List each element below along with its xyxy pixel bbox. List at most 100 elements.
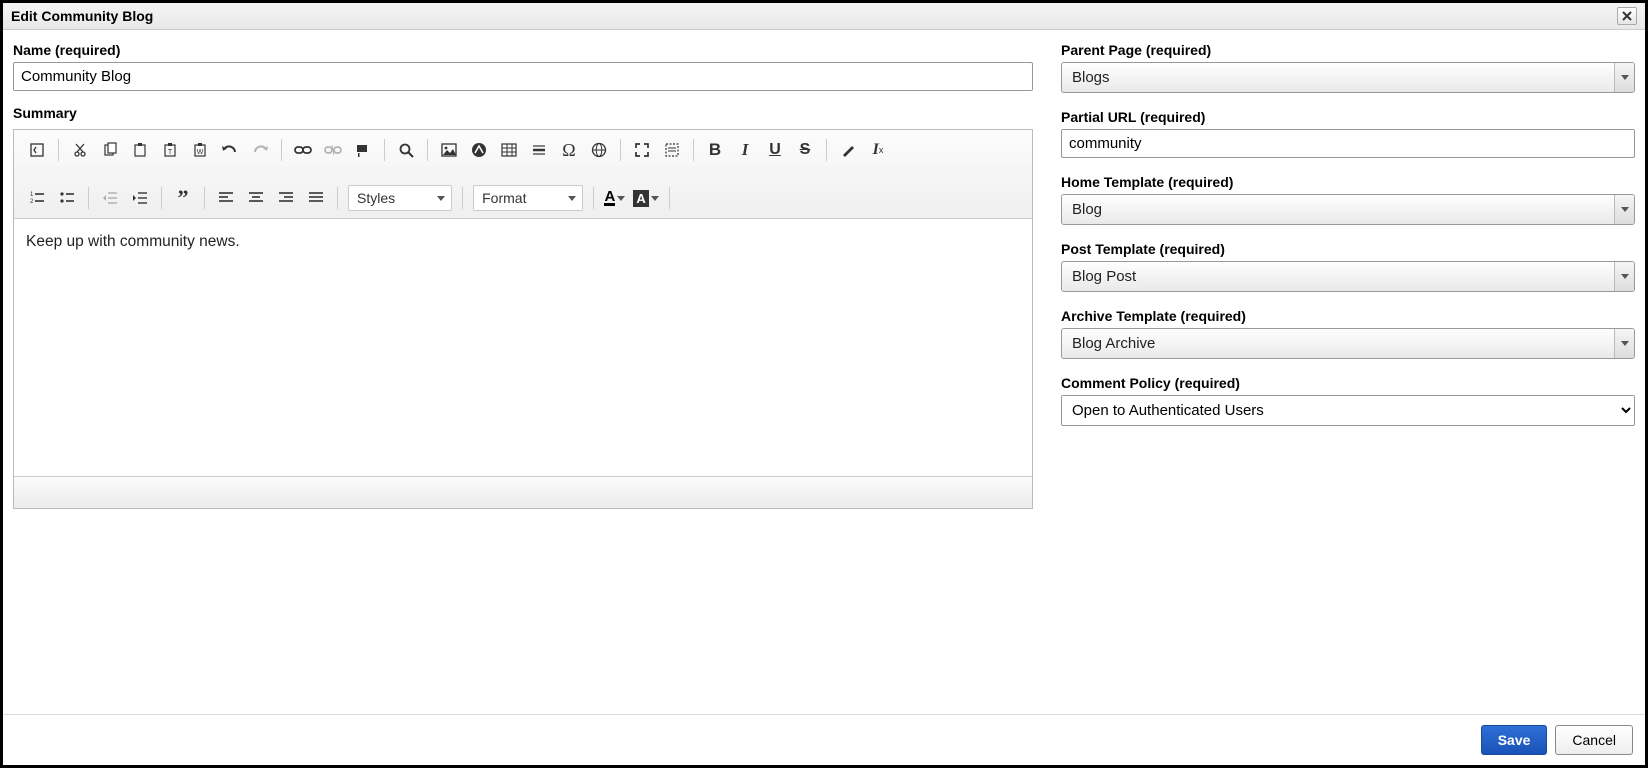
outdent-icon[interactable] (97, 184, 123, 212)
format-dropdown[interactable]: Format (473, 185, 583, 211)
toolbar-separator (462, 187, 463, 209)
chevron-down-icon (1614, 63, 1634, 92)
home-template-label: Home Template (required) (1061, 174, 1635, 190)
editor-statusbar (14, 476, 1032, 508)
chevron-down-icon (1614, 329, 1634, 358)
richtext-editor: T W Ω (13, 129, 1033, 509)
svg-text:1: 1 (30, 192, 34, 198)
chevron-down-icon (568, 196, 576, 201)
bg-color-button[interactable]: A (633, 190, 658, 207)
toolbar-separator (427, 139, 428, 161)
post-template-select[interactable]: Blog Post (1061, 261, 1635, 292)
indent-icon[interactable] (127, 184, 153, 212)
text-color-button[interactable]: A (604, 191, 625, 206)
name-input[interactable] (13, 62, 1033, 91)
align-right-icon[interactable] (273, 184, 299, 212)
chevron-down-icon (1614, 262, 1634, 291)
toolbar-separator (204, 187, 205, 209)
source-icon[interactable] (24, 136, 50, 164)
comment-policy-select[interactable]: Open to Authenticated Users (1061, 395, 1635, 426)
comment-policy-label: Comment Policy (required) (1061, 375, 1635, 391)
redo-icon[interactable] (247, 136, 273, 164)
toolbar-separator (58, 139, 59, 161)
right-column: Parent Page (required) Blogs Partial URL… (1061, 42, 1635, 704)
styles-dropdown[interactable]: Styles (348, 185, 452, 211)
underline-icon[interactable]: U (762, 136, 788, 164)
toolbar-separator (593, 187, 594, 209)
image-icon[interactable] (436, 136, 462, 164)
maximize-icon[interactable] (629, 136, 655, 164)
align-center-icon[interactable] (243, 184, 269, 212)
close-button[interactable] (1617, 7, 1637, 25)
post-template-value: Blog Post (1062, 262, 1614, 291)
highlight-icon[interactable] (835, 136, 861, 164)
save-button[interactable]: Save (1481, 725, 1548, 755)
svg-text:T: T (168, 149, 173, 156)
toolbar-separator (669, 187, 670, 209)
close-icon (1622, 11, 1632, 21)
toolbar-separator (384, 139, 385, 161)
removeformat-icon[interactable]: Ix (865, 136, 891, 164)
name-label: Name (required) (13, 42, 1033, 58)
italic-icon[interactable]: I (732, 136, 758, 164)
find-icon[interactable] (393, 136, 419, 164)
archive-template-value: Blog Archive (1062, 329, 1614, 358)
editor-toolbar: T W Ω (14, 130, 1032, 219)
parent-page-label: Parent Page (required) (1061, 42, 1635, 58)
iframe-icon[interactable] (586, 136, 612, 164)
home-template-select[interactable]: Blog (1061, 194, 1635, 225)
showblocks-icon[interactable] (659, 136, 685, 164)
toolbar-separator (620, 139, 621, 161)
svg-text:2: 2 (30, 199, 34, 205)
chevron-down-icon (437, 196, 445, 201)
toolbar-separator (161, 187, 162, 209)
align-justify-icon[interactable] (303, 184, 329, 212)
link-icon[interactable] (290, 136, 316, 164)
editor-content[interactable]: Keep up with community news. (14, 219, 1032, 476)
chevron-down-icon (617, 196, 625, 201)
unlink-icon[interactable] (320, 136, 346, 164)
undo-icon[interactable] (217, 136, 243, 164)
summary-label: Summary (13, 105, 1033, 121)
dialog-title: Edit Community Blog (11, 8, 153, 24)
dialog-edit-blog: Edit Community Blog Name (required) Summ… (0, 0, 1648, 768)
home-template-value: Blog (1062, 195, 1614, 224)
toolbar-separator (826, 139, 827, 161)
embed-icon[interactable] (466, 136, 492, 164)
strike-icon[interactable]: S (792, 136, 818, 164)
chevron-down-icon (651, 196, 659, 201)
toolbar-separator (337, 187, 338, 209)
numbered-list-icon[interactable]: 12 (24, 184, 50, 212)
partial-url-label: Partial URL (required) (1061, 109, 1635, 125)
archive-template-select[interactable]: Blog Archive (1061, 328, 1635, 359)
partial-url-input[interactable] (1061, 129, 1635, 158)
paste-icon[interactable] (127, 136, 153, 164)
cancel-button[interactable]: Cancel (1555, 725, 1633, 755)
chevron-down-icon (1614, 195, 1634, 224)
archive-template-label: Archive Template (required) (1061, 308, 1635, 324)
dialog-footer: Save Cancel (3, 714, 1645, 765)
bullet-list-icon[interactable] (54, 184, 80, 212)
editor-text: Keep up with community news. (26, 233, 240, 250)
bold-icon[interactable]: B (702, 136, 728, 164)
left-column: Name (required) Summary T W (13, 42, 1033, 704)
specialchar-icon[interactable]: Ω (556, 136, 582, 164)
parent-page-value: Blogs (1062, 63, 1614, 92)
copy-icon[interactable] (97, 136, 123, 164)
blockquote-icon[interactable]: ” (170, 184, 196, 212)
toolbar-separator (693, 139, 694, 161)
paste-word-icon[interactable]: W (187, 136, 213, 164)
post-template-label: Post Template (required) (1061, 241, 1635, 257)
table-icon[interactable] (496, 136, 522, 164)
dialog-header: Edit Community Blog (3, 3, 1645, 30)
toolbar-separator (88, 187, 89, 209)
svg-text:W: W (197, 149, 204, 156)
toolbar-separator (281, 139, 282, 161)
align-left-icon[interactable] (213, 184, 239, 212)
parent-page-select[interactable]: Blogs (1061, 62, 1635, 93)
cut-icon[interactable] (67, 136, 93, 164)
paste-text-icon[interactable]: T (157, 136, 183, 164)
hr-icon[interactable] (526, 136, 552, 164)
dialog-body: Name (required) Summary T W (3, 30, 1645, 714)
anchor-icon[interactable] (350, 136, 376, 164)
